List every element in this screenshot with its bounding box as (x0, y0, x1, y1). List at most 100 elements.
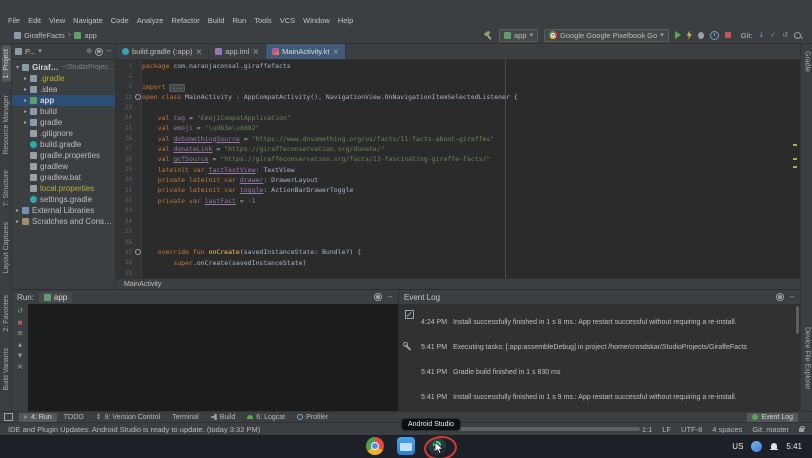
event-log-entry[interactable]: 5:41 PMExecuting tasks: [:app:assembleDe… (421, 343, 790, 353)
profile-button[interactable] (710, 31, 719, 40)
menu-item-navigate[interactable]: Navigate (69, 14, 107, 27)
line-separator[interactable]: LF (662, 425, 671, 434)
tool-window-button-profiler[interactable]: Profiler (292, 413, 333, 422)
system-indicator-icon[interactable] (751, 441, 762, 452)
event-log-entry[interactable]: 5:41 PMGradle build finished in 1 s 830 … (421, 368, 790, 378)
tool-window-button-4-run[interactable]: 4: Run (19, 413, 57, 422)
tool-window-button-terminal[interactable]: Terminal (167, 413, 203, 422)
apply-changes-button[interactable] (687, 31, 692, 40)
tree-item-idea[interactable]: .idea (12, 84, 115, 95)
file-manager-icon[interactable] (397, 437, 415, 455)
code-line-26[interactable]: 26 val doSomethingSource = "https://www.… (116, 133, 800, 143)
menu-item-file[interactable]: File (4, 14, 24, 27)
stripe-button-build-variants[interactable]: Build Variants (2, 345, 11, 394)
menu-item-code[interactable]: Code (107, 14, 133, 27)
expand-arrow-icon[interactable] (22, 86, 29, 93)
expand-arrow-icon[interactable] (22, 75, 29, 82)
expand-arrow-icon[interactable] (22, 97, 29, 104)
scroll-up-icon[interactable] (18, 341, 22, 348)
tab-mainactivity-kt[interactable]: MainActivity.kt (266, 44, 346, 59)
override-marker-icon[interactable] (134, 249, 142, 255)
scroll-down-icon[interactable] (18, 352, 22, 359)
breadcrumb-project[interactable]: GiraffeFacts (24, 31, 65, 40)
warning-stripe-mark[interactable] (793, 166, 797, 168)
menu-item-refactor[interactable]: Refactor (167, 14, 203, 27)
event-log-entry[interactable]: 4:24 PMInstall successfully finished in … (421, 318, 790, 328)
code-line-35[interactable]: 35 (116, 227, 800, 237)
breadcrumb-module[interactable]: app (84, 31, 97, 40)
event-log-content[interactable]: 4:24 PMInstall successfully finished in … (399, 304, 800, 411)
tree-item-app[interactable]: app (12, 95, 115, 106)
menu-item-run[interactable]: Run (228, 14, 250, 27)
chrome-icon[interactable] (366, 437, 384, 455)
hide-run-panel-icon[interactable] (387, 294, 393, 301)
code-line-3[interactable]: 3import ... (116, 82, 800, 92)
tab-app-iml[interactable]: app.iml (209, 44, 266, 59)
code-line-25[interactable]: 25 val emoji = "\ud83e\udd92" (116, 123, 800, 133)
event-log-entry[interactable]: 5:41 PMInstall successfully finished in … (421, 393, 790, 403)
menu-item-analyze[interactable]: Analyze (133, 14, 168, 27)
tree-item-gradlew[interactable]: gradlew (12, 161, 115, 172)
tab-close-icon[interactable] (195, 48, 202, 56)
stop-button[interactable] (725, 32, 731, 38)
run-settings-icon[interactable] (374, 293, 382, 301)
code-line-34[interactable]: 34 (116, 216, 800, 226)
tree-item-gradle[interactable]: .gradle (12, 73, 115, 84)
tree-item-local-properties[interactable]: local.properties (12, 183, 115, 194)
debug-button[interactable] (698, 32, 704, 39)
menu-item-tools[interactable]: Tools (250, 14, 276, 27)
menu-item-view[interactable]: View (45, 14, 69, 27)
stripe-button-1-project[interactable]: 1: Project (2, 46, 11, 82)
menu-item-edit[interactable]: Edit (24, 14, 45, 27)
run-options-icon[interactable] (17, 330, 23, 337)
override-marker-icon[interactable] (134, 94, 142, 100)
tree-item-giraffefacts[interactable]: GiraffeFacts~/StudioProjects/GiraffeFact… (12, 62, 115, 73)
stop-icon[interactable] (18, 319, 23, 326)
git-update-icon[interactable] (758, 32, 764, 39)
code-line-27[interactable]: 27 val donateLink = "https://giraffecons… (116, 144, 800, 154)
expand-arrow-icon[interactable] (14, 64, 21, 71)
run-button[interactable] (675, 31, 681, 39)
tree-item-gradle[interactable]: gradle (12, 117, 115, 128)
code-line-38[interactable]: 38 super.onCreate(savedInstanceState) (116, 258, 800, 268)
menu-item-help[interactable]: Help (334, 14, 357, 27)
locate-file-icon[interactable] (86, 48, 92, 55)
hide-pane-icon[interactable] (106, 48, 112, 55)
build-hammer-icon[interactable] (483, 30, 493, 40)
tree-item-gitignore[interactable]: .gitignore (12, 128, 115, 139)
tab-build-gradle-app[interactable]: build.gradle (:app) (116, 44, 209, 59)
code-line-39[interactable]: 39 (116, 268, 800, 278)
event-log-scrollbar[interactable] (796, 306, 799, 334)
menu-item-build[interactable]: Build (204, 14, 229, 27)
git-commit-icon[interactable] (770, 32, 776, 39)
file-encoding[interactable]: UTF-8 (681, 425, 702, 434)
git-branch[interactable]: Git: master (752, 425, 789, 434)
code-line-23[interactable]: 23 (116, 102, 800, 112)
expand-arrow-icon[interactable] (22, 119, 29, 126)
menu-item-vcs[interactable]: VCS (276, 14, 299, 27)
tool-window-button-event-log[interactable]: Event Log (747, 413, 798, 422)
stripe-button-device-file-explorer[interactable]: Device File Explorer (803, 324, 812, 393)
pane-settings-icon[interactable] (95, 48, 103, 56)
expand-arrow-icon[interactable] (14, 218, 21, 225)
stripe-button-layout-captures[interactable]: Layout Captures (2, 219, 11, 276)
caret-position[interactable]: 1:1 (642, 425, 652, 434)
code-line-22[interactable]: 22open class MainActivity : AppCompatAct… (116, 92, 800, 102)
stripe-button-7-structure[interactable]: 7: Structure (2, 167, 11, 209)
tree-item-settings-gradle[interactable]: settings.gradle (12, 194, 115, 205)
code-line-2[interactable]: 2 (116, 71, 800, 81)
stripe-button-2-favorites[interactable]: 2: Favorites (2, 292, 11, 335)
expand-arrow-icon[interactable] (22, 108, 29, 115)
code-line-1[interactable]: 1package com.naranjaconsal.giraffefacts (116, 61, 800, 71)
code-line-36[interactable]: 36 (116, 237, 800, 247)
search-everywhere-icon[interactable] (794, 32, 801, 39)
tree-item-external-libraries[interactable]: External Libraries (12, 205, 115, 216)
warning-stripe-mark[interactable] (793, 158, 797, 160)
tool-window-button-9-version-control[interactable]: 9: Version Control (91, 412, 166, 422)
notification-bell-icon[interactable] (770, 443, 778, 451)
event-log-settings-icon[interactable] (776, 293, 784, 301)
code-line-28[interactable]: 28 val gcfSource = "https://giraffeconse… (116, 154, 800, 164)
warning-stripe-mark[interactable] (793, 144, 797, 146)
keyboard-layout[interactable]: US (732, 442, 743, 451)
tool-window-button-build[interactable]: Build (206, 413, 241, 422)
